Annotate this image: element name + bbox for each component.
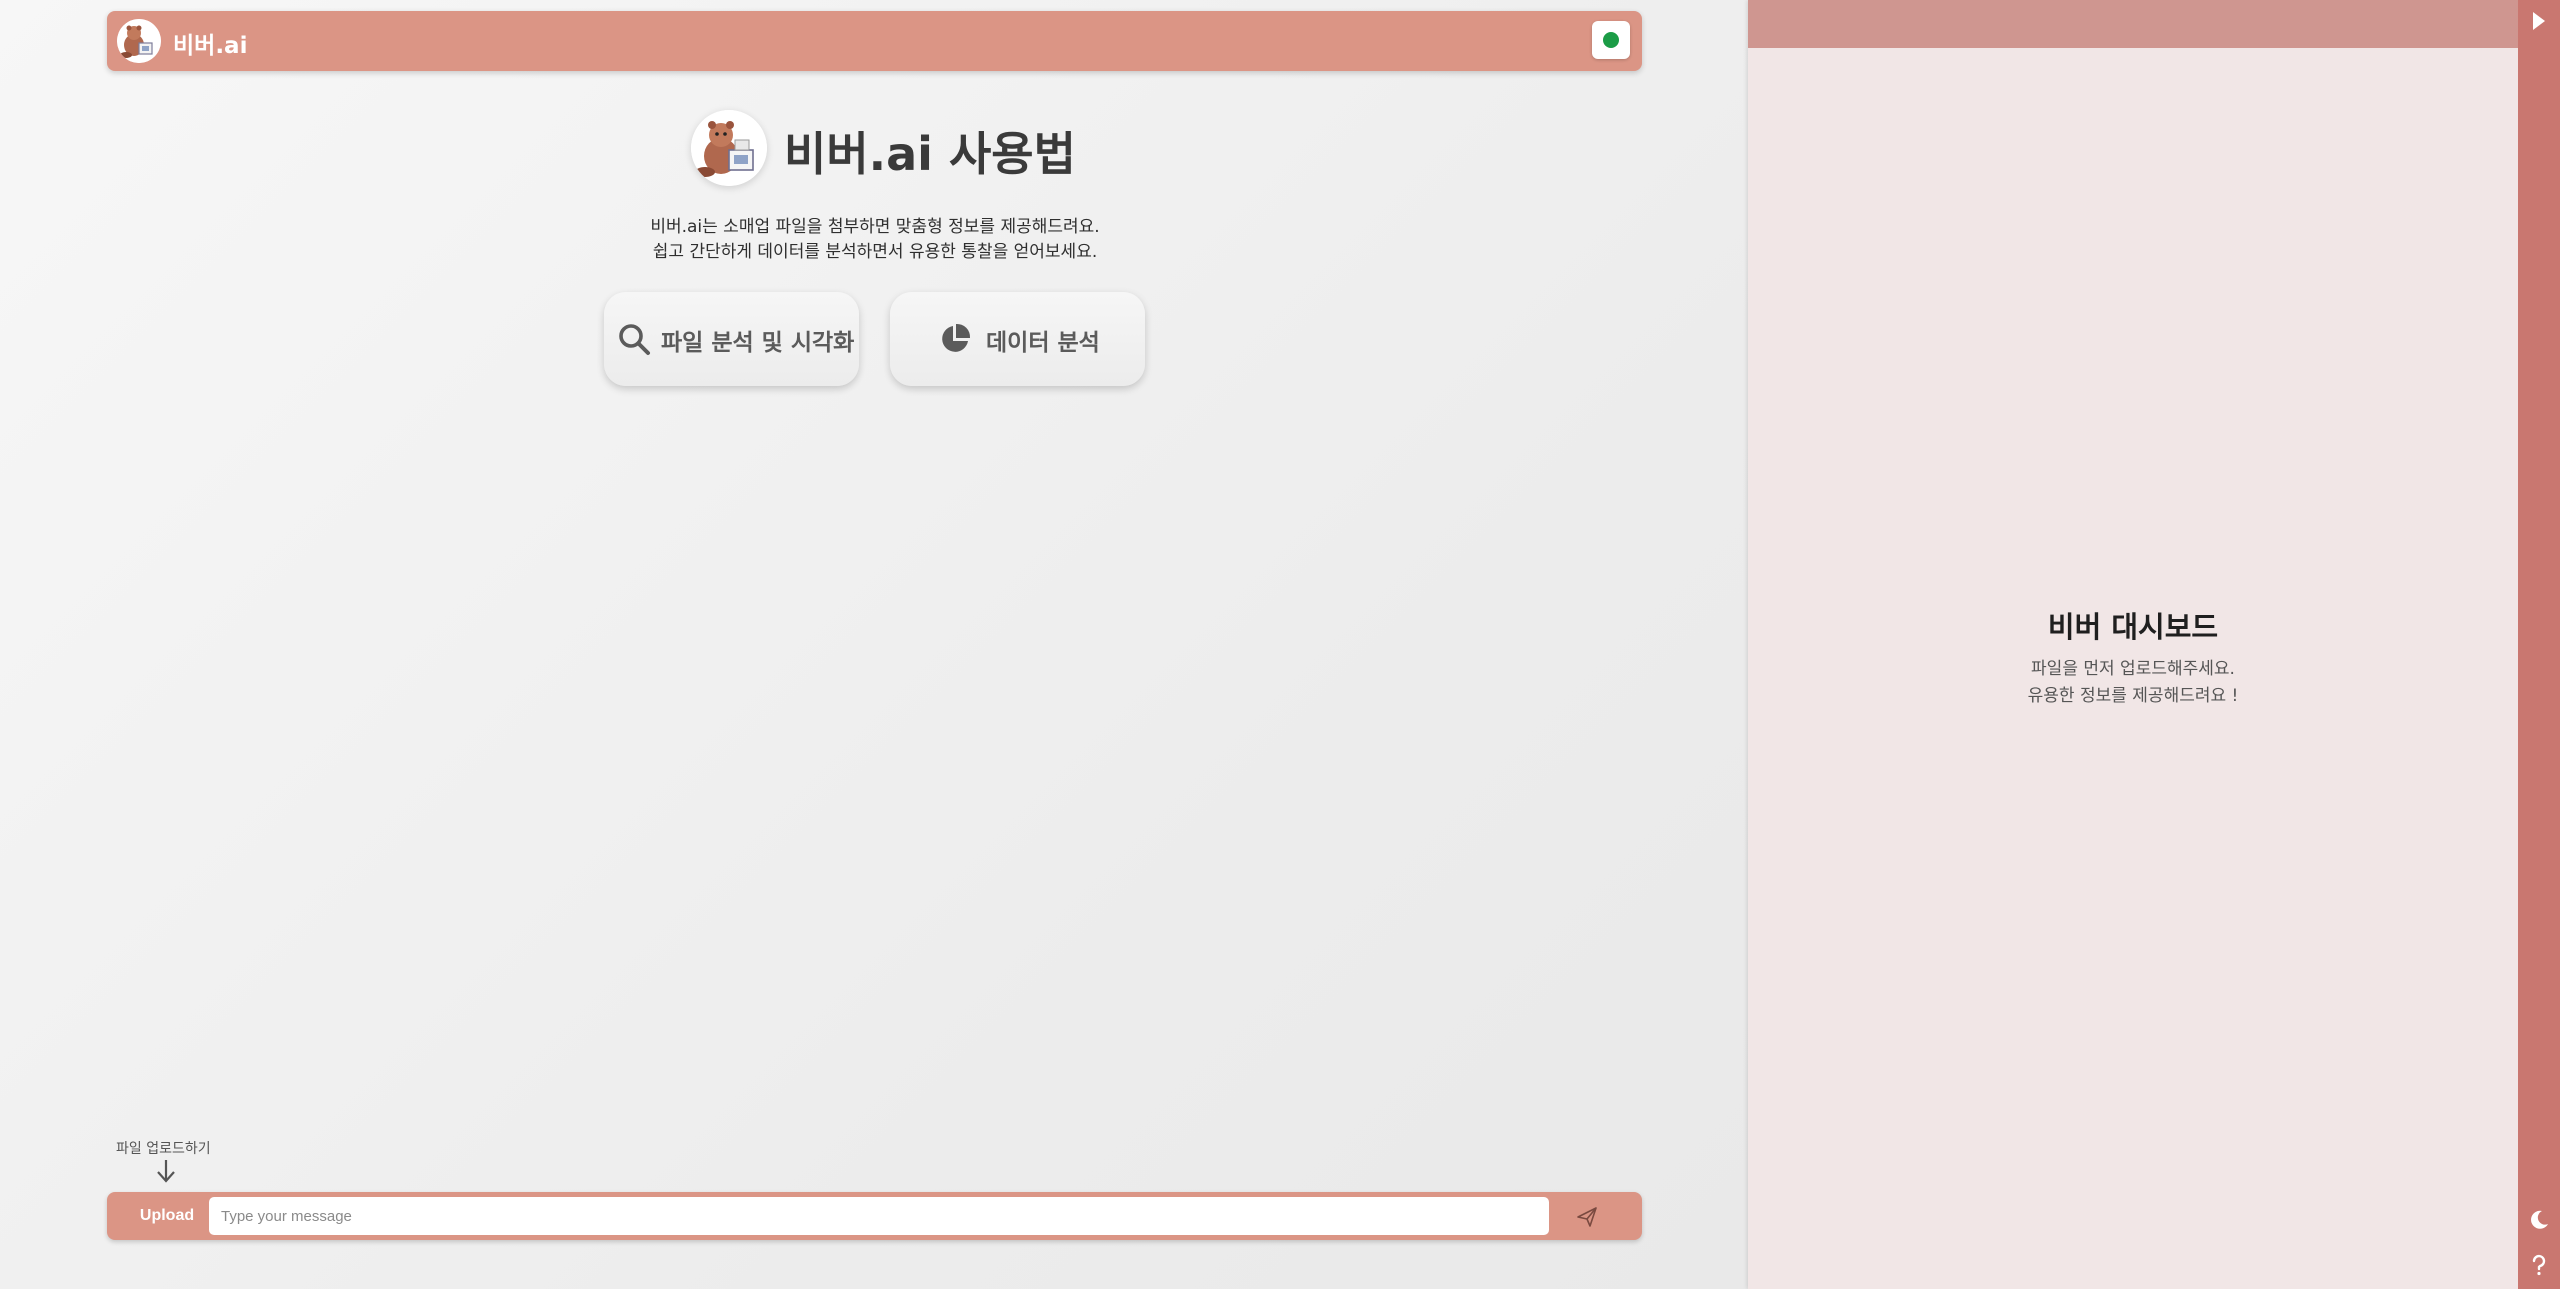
help-icon[interactable] bbox=[2528, 1254, 2550, 1276]
description-line: 쉽고 간단하게 데이터를 분석하면서 유용한 통찰을 얻어보세요. bbox=[652, 242, 1098, 262]
description: 비버.ai는 소매업 파일을 첨부하면 맞춤형 정보를 제공해드려요. 쉽고 간… bbox=[560, 215, 1190, 265]
dashboard-subtitle: 파일을 먼저 업로드해주세요. 유용한 정보를 제공해드려요 ! bbox=[1748, 656, 2518, 710]
status-button[interactable] bbox=[1592, 21, 1630, 59]
dashboard-subtitle-line: 파일을 먼저 업로드해주세요. bbox=[2031, 659, 2235, 679]
upload-hint: 파일 업로드하기 bbox=[116, 1141, 211, 1157]
dashboard-title: 비버 대시보드 bbox=[2047, 610, 2219, 644]
expand-icon[interactable] bbox=[2528, 10, 2550, 32]
card-label: 데이터 분석 bbox=[986, 330, 1100, 356]
side-toolbar bbox=[2518, 0, 2560, 1289]
upload-button[interactable]: Upload bbox=[117, 1200, 217, 1232]
beaver-mascot-icon bbox=[691, 110, 767, 186]
beaver-logo-icon bbox=[117, 19, 161, 63]
message-input[interactable] bbox=[209, 1197, 1549, 1235]
card-label: 파일 분석 및 시각화 bbox=[661, 330, 855, 356]
send-icon[interactable] bbox=[1576, 1206, 1598, 1228]
description-line: 비버.ai는 소매업 파일을 첨부하면 맞춤형 정보를 제공해드려요. bbox=[650, 217, 1100, 237]
dashboard-panel: 비버 대시보드 파일을 먼저 업로드해주세요. 유용한 정보를 제공해드려요 ! bbox=[1748, 0, 2518, 1289]
search-icon bbox=[617, 322, 651, 356]
brand-name[interactable]: 비버.ai bbox=[173, 26, 247, 60]
moon-icon[interactable] bbox=[2528, 1209, 2550, 1231]
dashboard-header bbox=[1748, 0, 2518, 48]
chat-area: 비버.ai 비버.ai 사용법 비버.ai는 소매업 파일을 첨부하면 맞춤형 … bbox=[0, 0, 1748, 1289]
top-bar: 비버.ai bbox=[107, 11, 1642, 71]
message-composer: Upload bbox=[107, 1192, 1642, 1240]
page-title: 비버.ai 사용법 bbox=[784, 127, 1076, 181]
online-status-icon bbox=[1603, 32, 1619, 48]
file-analysis-card[interactable]: 파일 분석 및 시각화 bbox=[604, 292, 859, 386]
data-analysis-card[interactable]: 데이터 분석 bbox=[890, 292, 1145, 386]
arrow-down-icon bbox=[155, 1158, 177, 1184]
pie-chart-icon bbox=[938, 322, 972, 356]
dashboard-subtitle-line: 유용한 정보를 제공해드려요 ! bbox=[2027, 686, 2239, 706]
